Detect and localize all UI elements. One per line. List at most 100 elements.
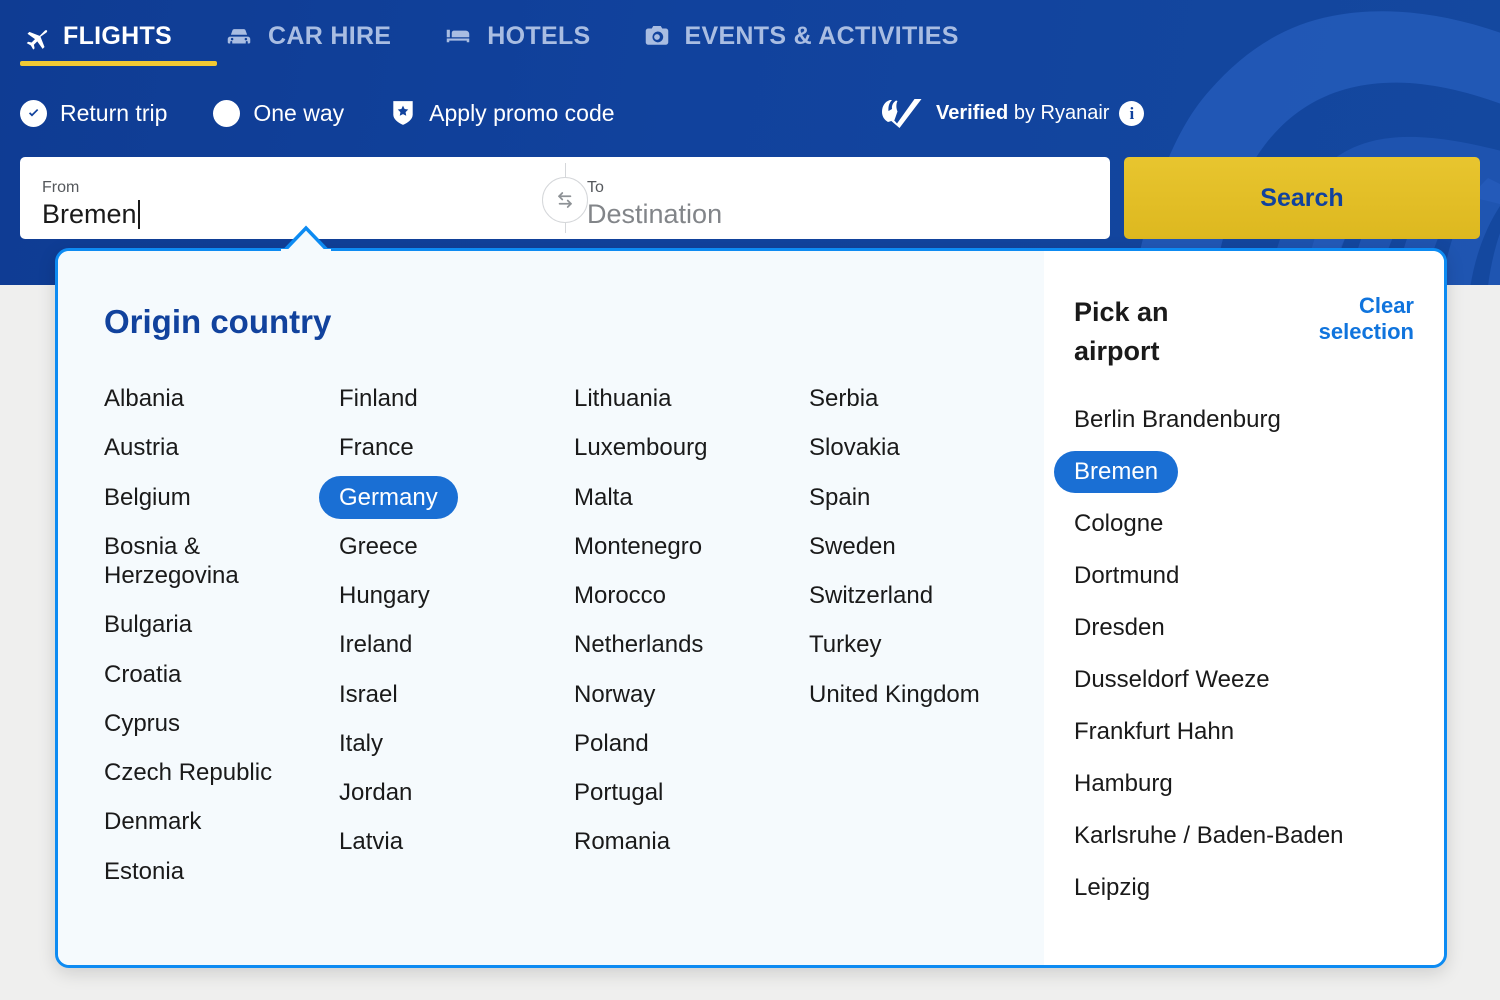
nav-tab-flights[interactable]: FLIGHTS	[20, 0, 217, 72]
country-item-selected[interactable]: Germany	[319, 475, 458, 519]
option-label: Return trip	[60, 99, 168, 126]
verified-rest: by Ryanair	[1008, 101, 1110, 124]
site-header: FLIGHTS CAR HIRE HOTELS EVENTS & ACTIVIT…	[0, 0, 1500, 285]
option-return-trip[interactable]: Return trip	[20, 99, 168, 127]
country-item[interactable]: Spain	[809, 476, 870, 519]
airport-item-selected[interactable]: Bremen	[1054, 451, 1179, 494]
airport-item[interactable]: Hamburg	[1074, 763, 1173, 805]
ryanair-harp-watermark	[1132, 11, 1500, 285]
airport-item[interactable]: Dusseldorf Weeze	[1074, 659, 1270, 701]
country-item[interactable]: Hungary	[339, 574, 430, 617]
country-item[interactable]: France	[339, 426, 414, 469]
trip-options: Return trip One way Apply promo code	[20, 93, 661, 133]
country-item[interactable]: Austria	[104, 426, 179, 469]
country-item[interactable]: Jordan	[339, 771, 412, 814]
country-item[interactable]: Bosnia & Herzegovina	[104, 525, 279, 598]
country-item[interactable]: Switzerland	[809, 574, 933, 617]
main-nav: FLIGHTS CAR HIRE HOTELS EVENTS & ACTIVIT…	[20, 0, 1010, 72]
country-item[interactable]: Malta	[574, 476, 633, 519]
airport-item[interactable]: Leipzig	[1074, 867, 1150, 909]
country-column-4: Serbia Slovakia Spain Sweden Switzerland…	[809, 377, 1044, 899]
to-label: To	[587, 178, 604, 196]
country-item[interactable]: Montenegro	[574, 525, 702, 568]
airport-item[interactable]: Cologne	[1074, 503, 1163, 545]
nav-tab-label: HOTELS	[487, 21, 591, 50]
country-item[interactable]: Albania	[104, 377, 184, 420]
origin-picker-panel: Origin country Albania Austria Belgium B…	[55, 248, 1447, 968]
country-item[interactable]: Turkey	[809, 623, 881, 666]
nav-tab-label: CAR HIRE	[268, 21, 392, 50]
nav-tab-car-hire[interactable]: CAR HIRE	[223, 0, 416, 72]
country-item[interactable]: Norway	[574, 673, 655, 716]
airport-list: Berlin Brandenburg Bremen Cologne Dortmu…	[1054, 399, 1414, 919]
nav-tab-events-activities[interactable]: EVENTS & ACTIVITIES	[642, 0, 984, 72]
country-item[interactable]: Italy	[339, 722, 383, 765]
country-item[interactable]: Latvia	[339, 820, 403, 863]
country-column-3: Lithuania Luxembourg Malta Montenegro Mo…	[574, 377, 809, 899]
origin-destination-fields: From Bremen To Destination	[20, 157, 1110, 239]
airports-title: Pick an airport	[1074, 297, 1169, 367]
plane-icon	[20, 21, 50, 51]
country-item[interactable]: Israel	[339, 673, 398, 716]
origin-country-pane: Origin country Albania Austria Belgium B…	[58, 251, 1044, 965]
country-item[interactable]: Czech Republic	[104, 751, 272, 794]
airport-item[interactable]: Dortmund	[1074, 555, 1179, 597]
country-item[interactable]: Denmark	[104, 800, 201, 843]
ryanair-check-logo-icon	[878, 95, 926, 131]
swap-arrows-icon	[552, 187, 578, 213]
country-item[interactable]: Poland	[574, 722, 649, 765]
airport-item[interactable]: Karlsruhe / Baden-Baden	[1074, 815, 1344, 857]
country-item[interactable]: Estonia	[104, 850, 184, 893]
car-icon	[223, 21, 255, 51]
from-input-value: Bremen	[42, 198, 137, 229]
airports-header: Pick an airport Clear selection	[1074, 293, 1414, 371]
radio-checked-icon	[20, 99, 47, 127]
country-item[interactable]: Greece	[339, 525, 418, 568]
country-item[interactable]: Luxembourg	[574, 426, 707, 469]
nav-tab-hotels[interactable]: HOTELS	[442, 0, 615, 72]
country-item[interactable]: Morocco	[574, 574, 666, 617]
radio-unchecked-icon	[213, 99, 241, 127]
option-label: Apply promo code	[429, 99, 615, 126]
camera-icon	[642, 21, 672, 51]
country-item[interactable]: Portugal	[574, 771, 663, 814]
country-item[interactable]: Croatia	[104, 653, 181, 696]
bed-icon	[442, 21, 474, 51]
country-item[interactable]: Bulgaria	[104, 603, 192, 646]
verified-bold: Verified	[936, 101, 1009, 124]
country-item[interactable]: United Kingdom	[809, 673, 980, 716]
country-item[interactable]: Lithuania	[574, 377, 671, 420]
search-button[interactable]: Search	[1124, 157, 1480, 239]
to-field[interactable]: To Destination	[565, 157, 1110, 239]
airport-item[interactable]: Frankfurt Hahn	[1074, 711, 1234, 753]
active-tab-underline	[20, 61, 217, 66]
nav-tab-label: EVENTS & ACTIVITIES	[684, 21, 959, 50]
country-item[interactable]: Slovakia	[809, 426, 900, 469]
country-item[interactable]: Sweden	[809, 525, 896, 568]
airport-item[interactable]: Berlin Brandenburg	[1074, 399, 1281, 441]
option-one-way[interactable]: One way	[213, 99, 344, 127]
clear-selection-button[interactable]: Clear selection	[1284, 293, 1414, 346]
swap-airports-button[interactable]	[542, 177, 588, 223]
verified-by-ryanair-badge[interactable]: Verified by Ryanair i	[878, 95, 1145, 131]
country-item[interactable]: Netherlands	[574, 623, 703, 666]
option-apply-promo-code[interactable]: Apply promo code	[390, 99, 615, 127]
pick-airport-pane: Pick an airport Clear selection Berlin B…	[1044, 251, 1444, 965]
country-columns: Albania Austria Belgium Bosnia & Herzego…	[104, 377, 1044, 899]
country-item[interactable]: Cyprus	[104, 702, 180, 745]
text-caret	[137, 199, 140, 229]
country-item[interactable]: Finland	[339, 377, 418, 420]
country-item[interactable]: Ireland	[339, 623, 412, 666]
country-column-1: Albania Austria Belgium Bosnia & Herzego…	[104, 377, 339, 899]
to-input[interactable]: Destination	[587, 199, 1088, 230]
country-item[interactable]: Belgium	[104, 476, 191, 519]
country-item[interactable]: Serbia	[809, 377, 878, 420]
info-icon[interactable]: i	[1119, 100, 1145, 126]
from-label: From	[42, 178, 80, 196]
country-item[interactable]: Romania	[574, 820, 670, 863]
dropdown-caret-pointer	[281, 225, 331, 251]
airport-item[interactable]: Dresden	[1074, 607, 1165, 649]
nav-tab-label: FLIGHTS	[63, 21, 173, 50]
country-column-2: Finland France Germany Greece Hungary Ir…	[319, 377, 574, 899]
verified-text: Verified by Ryanair	[936, 102, 1109, 125]
